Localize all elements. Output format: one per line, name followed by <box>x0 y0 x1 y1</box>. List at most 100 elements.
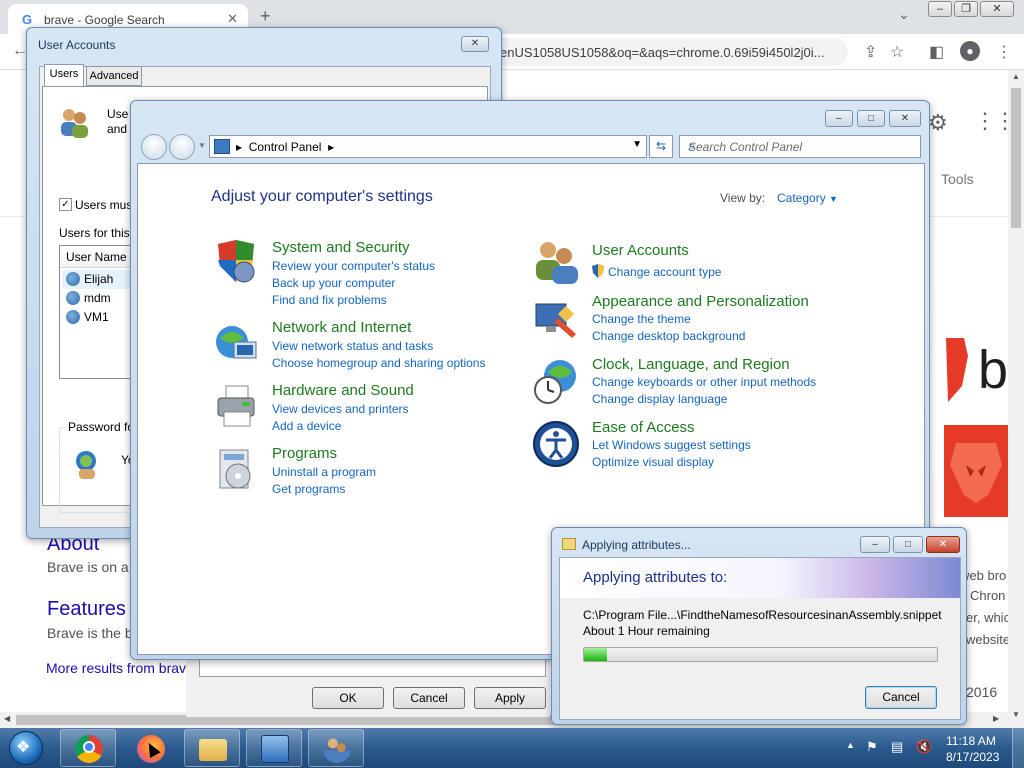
view-by-dropdown[interactable]: Category ▼ <box>777 191 838 205</box>
search-tools-link[interactable]: Tools <box>941 171 974 187</box>
scrollbar-thumb[interactable] <box>1011 88 1021 228</box>
category-ease-of-access[interactable]: Ease of Access <box>592 419 695 436</box>
link-change-keyboards[interactable]: Change keyboards or other input methods <box>592 375 816 389</box>
chrome-close-button[interactable]: ✕ <box>980 1 1014 17</box>
progress-fill <box>584 648 607 661</box>
category-network-and-internet[interactable]: Network and Internet <box>272 319 411 336</box>
scroll-up-arrow-icon[interactable]: ▲ <box>1012 72 1020 81</box>
address-dropdown-icon[interactable]: ▼ <box>632 139 642 150</box>
users-must-checkbox[interactable]: ✓ <box>59 198 72 211</box>
show-hidden-icons-icon[interactable]: ▲ <box>846 740 855 750</box>
side-panel-icon[interactable]: ◧ <box>929 42 944 62</box>
refresh-button[interactable]: ⇆ <box>649 135 673 158</box>
shield-icon <box>212 238 260 286</box>
brave-lion-logo-image <box>944 425 1008 517</box>
link-change-account-type[interactable]: Change account type <box>608 265 721 279</box>
tab-advanced[interactable]: Advanced <box>86 66 142 86</box>
cancel-button[interactable]: Cancel <box>865 686 937 709</box>
user-accounts-button-strip: OK Cancel Apply <box>186 655 550 717</box>
chrome-restore-button[interactable]: ❐ <box>954 1 978 17</box>
category-appearance-personalization[interactable]: Appearance and Personalization <box>592 293 809 310</box>
tab-users[interactable]: Users <box>44 64 84 87</box>
link-backup[interactable]: Back up your computer <box>272 276 395 290</box>
link-devices-printers[interactable]: View devices and printers <box>272 402 409 416</box>
user-password-icon <box>71 447 105 481</box>
link-add-device[interactable]: Add a device <box>272 419 341 433</box>
link-optimize-display[interactable]: Optimize visual display <box>592 455 714 469</box>
maximize-button[interactable]: □ <box>857 110 885 127</box>
serp-right-snippet: Chron <box>970 588 1006 603</box>
brave-logo-image: b <box>944 336 1008 406</box>
link-get-programs[interactable]: Get programs <box>272 482 345 496</box>
link-windows-suggest[interactable]: Let Windows suggest settings <box>592 438 751 452</box>
breadcrumb-control-panel[interactable]: Control Panel <box>249 140 322 154</box>
category-clock-language-region[interactable]: Clock, Language, and Region <box>592 356 790 373</box>
taskbar-file-explorer[interactable] <box>184 729 240 767</box>
link-change-background[interactable]: Change desktop background <box>592 329 745 343</box>
maximize-button[interactable]: □ <box>893 536 923 553</box>
tab-search-chevron-icon[interactable]: ⌄ <box>898 6 910 23</box>
close-button[interactable]: ✕ <box>889 110 921 127</box>
show-desktop-button[interactable] <box>1012 728 1024 768</box>
start-button[interactable]: ❖ <box>2 728 52 768</box>
breadcrumb[interactable]: ▸ Control Panel ▸ <box>236 140 334 154</box>
close-button[interactable]: ✕ <box>926 536 960 553</box>
search-icon[interactable]: ⌕ <box>688 138 914 154</box>
minimize-button[interactable]: – <box>860 536 890 553</box>
features-heading[interactable]: Features <box>47 598 126 621</box>
new-tab-button[interactable]: + <box>260 6 271 27</box>
scroll-down-arrow-icon[interactable]: ▼ <box>1012 710 1020 719</box>
share-icon[interactable]: ⇪ <box>864 42 877 62</box>
link-change-theme[interactable]: Change the theme <box>592 312 691 326</box>
dialog-body: Applying attributes to: C:\Program File.… <box>559 557 961 720</box>
bookmark-star-icon[interactable]: ☆ <box>890 42 904 62</box>
close-button[interactable]: ✕ <box>461 36 489 52</box>
dialog-banner: Applying attributes to: <box>560 558 960 598</box>
vertical-scrollbar[interactable]: ▲ ▼ <box>1008 70 1024 728</box>
apply-button[interactable]: Apply <box>474 687 546 709</box>
programs-icon <box>212 446 260 494</box>
link-uninstall-program[interactable]: Uninstall a program <box>272 465 376 479</box>
clock-date[interactable]: 8/17/2023 <box>946 750 999 764</box>
category-system-and-security[interactable]: System and Security <box>272 239 410 256</box>
ok-button[interactable]: OK <box>312 687 384 709</box>
taskbar-control-panel[interactable] <box>246 729 302 767</box>
address-bar[interactable]: ▸ Control Panel ▸ ▼ <box>209 135 647 158</box>
link-network-status[interactable]: View network status and tasks <box>272 339 433 353</box>
link-review-status[interactable]: Review your computer's status <box>272 259 435 273</box>
category-user-accounts[interactable]: User Accounts <box>592 242 689 259</box>
taskbar-user-accounts[interactable] <box>308 729 364 767</box>
network-globe-icon <box>212 320 260 368</box>
users-icon <box>57 105 91 139</box>
settings-gear-icon[interactable]: ⚙ <box>928 110 948 136</box>
users-icon <box>323 735 351 763</box>
network-icon[interactable]: ▤ <box>891 739 903 755</box>
chrome-minimize-button[interactable]: – <box>928 1 952 17</box>
category-hardware-and-sound[interactable]: Hardware and Sound <box>272 382 414 399</box>
volume-muted-icon[interactable]: 🔇 <box>916 739 932 755</box>
category-programs[interactable]: Programs <box>272 445 337 462</box>
cancel-button[interactable]: Cancel <box>393 687 465 709</box>
folder-icon <box>562 538 576 550</box>
user-name: mdm <box>84 291 111 305</box>
link-fix-problems[interactable]: Find and fix problems <box>272 293 387 307</box>
scroll-right-arrow-icon[interactable]: ▶ <box>993 714 999 723</box>
more-results-link[interactable]: More results from brav <box>46 660 186 676</box>
link-homegroup[interactable]: Choose homegroup and sharing options <box>272 356 485 370</box>
profile-avatar-icon[interactable]: ● <box>960 41 980 61</box>
chrome-menu-icon[interactable]: ⋮ <box>996 42 1012 62</box>
search-box[interactable]: Search Control Panel ⌕ <box>679 135 921 158</box>
scroll-left-arrow-icon[interactable]: ◀ <box>4 714 10 723</box>
minimize-button[interactable]: – <box>825 110 853 127</box>
tab-close-icon[interactable]: ✕ <box>227 11 238 27</box>
link-change-display-language[interactable]: Change display language <box>592 392 727 406</box>
serp-right-snippet: website <box>966 632 1011 647</box>
clock-time[interactable]: 11:18 AM <box>946 734 996 748</box>
serp-year: 2016 <box>966 684 998 700</box>
action-center-flag-icon[interactable]: ⚑ <box>866 739 878 755</box>
forward-button[interactable] <box>169 134 195 160</box>
back-button[interactable] <box>141 134 167 160</box>
recent-pages-chevron-icon[interactable]: ▼ <box>198 141 206 150</box>
address-bar[interactable]: enUS1058US1058&oq=&aqs=chrome.0.69i59i45… <box>488 38 848 66</box>
taskbar-chrome[interactable] <box>60 729 116 767</box>
